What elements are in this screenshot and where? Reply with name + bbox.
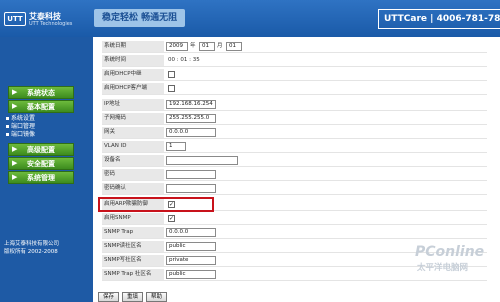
device-name-input[interactable] (166, 156, 238, 165)
snmp-write-label: SNMP写社区名 (102, 255, 164, 266)
form-row-password: 密码 (102, 169, 487, 181)
month-unit: 月 (217, 43, 223, 49)
nav-system-management-button[interactable]: ▶ 系统管理 (8, 171, 74, 184)
form-row-date: 系统日期 2009 年 01 月 01 (102, 41, 487, 53)
date-label: 系统日期 (102, 41, 164, 52)
vlan-label: VLAN ID (102, 141, 164, 152)
snmp-write-input[interactable]: private (166, 256, 216, 265)
year-select[interactable]: 2009 (166, 42, 188, 51)
form-row-password-confirm: 密码确认 (102, 183, 487, 195)
gateway-label: 网关 (102, 127, 164, 138)
nav-basic-config-button[interactable]: ▶ 基本配置 (8, 100, 74, 113)
snmp-read-input[interactable]: public (166, 242, 216, 251)
company-logo: UTT 艾泰科技 UTT Technologies (4, 8, 80, 30)
ip-label: IP地址 (102, 99, 164, 110)
logo-english-name: UTT Technologies (29, 20, 73, 27)
snmp-trap-community-label: SNMP Trap 社区名 (102, 269, 164, 280)
nav-sub-system-settings[interactable]: 系统设置 (6, 115, 35, 122)
time-label: 系统时间 (102, 55, 164, 66)
snmp-trap-label: SNMP Trap (102, 227, 164, 238)
copyright-company: 上海艾泰科技有限公司 (4, 241, 60, 247)
nav-label: 系统管理 (27, 173, 55, 182)
password-confirm-label: 密码确认 (102, 183, 164, 194)
bullet-icon (6, 133, 9, 136)
nav-sub-label: 端口镜像 (11, 131, 36, 138)
arrow-right-icon: ▶ (12, 88, 18, 96)
nav-system-status-button[interactable]: ▶ 系统状态 (8, 86, 74, 99)
header-bar: UTT 艾泰科技 UTT Technologies 稳定轻松 畅通无阻 UTTC… (0, 0, 500, 37)
ip-address-input[interactable]: 192.168.16.254 (166, 100, 216, 109)
save-button[interactable]: 保存 (98, 292, 120, 302)
reset-button[interactable]: 重填 (122, 292, 144, 302)
form-actions: 保存 重填 帮助 (98, 292, 168, 302)
arrow-right-icon: ▶ (12, 102, 18, 110)
day-select[interactable]: 01 (226, 42, 242, 51)
help-button[interactable]: 帮助 (146, 292, 168, 302)
watermark-logo: PConline (415, 244, 485, 260)
device-name-label: 设备名 (102, 155, 164, 166)
month-select[interactable]: 01 (199, 42, 215, 51)
snmp-enable-label: 启用SNMP (102, 213, 164, 224)
nav-label: 基本配置 (27, 102, 55, 111)
snmp-read-label: SNMP读社区名 (102, 241, 164, 252)
nav-advanced-config-button[interactable]: ▶ 高级配置 (8, 143, 74, 156)
arrow-right-icon: ▶ (12, 145, 18, 153)
subnet-mask-input[interactable]: 255.255.255.0 (166, 114, 216, 123)
snmp-trap-community-input[interactable]: public (166, 270, 216, 279)
time-value: 00 : 01 : 35 (168, 57, 200, 63)
nav-label: 系统状态 (27, 88, 55, 97)
form-row-mask: 子网掩码 255.255.255.0 (102, 113, 487, 125)
watermark: PConline 太平洋电脑网 (415, 244, 495, 284)
password-label: 密码 (102, 169, 164, 180)
logo-name: 艾泰科技 (29, 11, 61, 21)
copyright-years: 版权所有 2002-2008 (4, 249, 58, 255)
nav-label: 安全配置 (27, 159, 55, 168)
bullet-icon (6, 117, 9, 120)
router-admin-page: UTT 艾泰科技 UTT Technologies 稳定轻松 畅通无阻 UTTC… (0, 0, 500, 302)
form-row-dhcp-client: 启用DHCP客户端 (102, 83, 487, 95)
form-row-gateway: 网关 0.0.0.0 (102, 127, 487, 139)
form-row-dhcp-relay: 启用DHCP中继 (102, 69, 487, 81)
arp-row-highlight (98, 197, 214, 212)
copyright-text: 上海艾泰科技有限公司 版权所有 2002-2008 (4, 240, 59, 256)
dhcp-relay-label: 启用DHCP中继 (102, 69, 164, 80)
year-unit: 年 (190, 43, 196, 49)
nav-sub-port-management[interactable]: 端口管理 (6, 123, 35, 130)
form-row-ip: IP地址 192.168.16.254 (102, 99, 487, 111)
snmp-enable-checkbox[interactable]: ✓ (168, 215, 175, 222)
watermark-subtitle: 太平洋电脑网 (417, 263, 469, 273)
gateway-input[interactable]: 0.0.0.0 (166, 128, 216, 137)
arrow-right-icon: ▶ (12, 159, 18, 167)
logo-mark: UTT (4, 12, 26, 26)
form-row-snmp-trap: SNMP Trap 0.0.0.0 (102, 227, 487, 239)
nav-security-config-button[interactable]: ▶ 安全配置 (8, 157, 74, 170)
nav-sub-label: 端口管理 (11, 123, 36, 130)
dhcp-client-label: 启用DHCP客户端 (102, 83, 164, 94)
password-confirm-input[interactable] (166, 184, 216, 193)
subnet-mask-label: 子网掩码 (102, 113, 164, 124)
form-row-snmp: 启用SNMP ✓ (102, 213, 487, 225)
vlan-id-input[interactable]: 1 (166, 142, 186, 151)
snmp-trap-input[interactable]: 0.0.0.0 (166, 228, 216, 237)
dhcp-client-checkbox[interactable] (168, 85, 175, 92)
bullet-icon (6, 125, 9, 128)
form-row-time: 系统时间 00 : 01 : 35 (102, 55, 487, 67)
sidebar-nav: ▶ 系统状态 ▶ 基本配置 系统设置 端口管理 端口镜像 ▶ 高级配置 ▶ 安全… (0, 37, 93, 302)
arrow-right-icon: ▶ (12, 173, 18, 181)
nav-sub-label: 系统设置 (11, 115, 36, 122)
support-hotline: UTTCare | 4006-781-781 (378, 9, 500, 29)
slogan-banner: 稳定轻松 畅通无阻 (94, 9, 186, 27)
nav-sub-port-mirror[interactable]: 端口镜像 (6, 131, 35, 138)
password-input[interactable] (166, 170, 216, 179)
form-row-vlan: VLAN ID 1 (102, 141, 487, 153)
form-row-device-name: 设备名 (102, 155, 487, 167)
dhcp-relay-checkbox[interactable] (168, 71, 175, 78)
nav-label: 高级配置 (27, 145, 55, 154)
